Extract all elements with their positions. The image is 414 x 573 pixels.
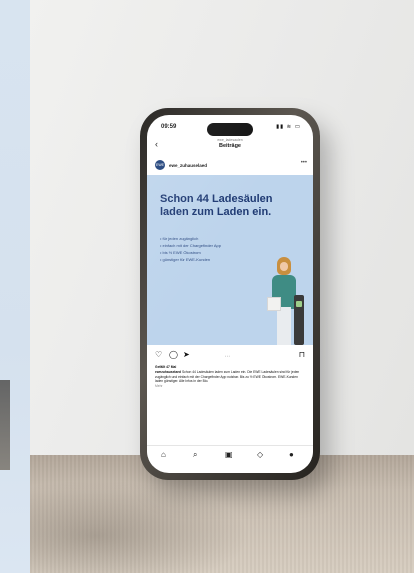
phone-screen: 09:59 ▮▮ ≋ ▭ ‹ ewe_ladesaulen Beiträge E… (147, 115, 313, 473)
post-image[interactable]: Schon 44 Ladesäulen laden zum Laden ein.… (147, 175, 313, 345)
feature-item: • einfach mit der Chargefinder App (160, 243, 221, 248)
home-icon[interactable]: ⌂ (161, 450, 166, 460)
smartphone-frame: 09:59 ▮▮ ≋ ▭ ‹ ewe_ladesaulen Beiträge E… (140, 108, 320, 480)
charging-station-icon (294, 295, 304, 345)
feature-item: • günstiger für EWE-Kunden (160, 257, 211, 262)
floor-shadow (30, 480, 250, 573)
post-caption: Gefällt 47 Mal ewezuhauselaed Schon 44 L… (155, 365, 305, 389)
avatar[interactable]: EWE (155, 160, 165, 170)
post-actions: ♡ ◯ ➤ • • • ⊓ (147, 350, 313, 362)
feature-list: • für jeden zugänglich • einfach mit der… (160, 235, 270, 263)
shopping-bag-icon (267, 297, 281, 311)
pants-shape (277, 307, 291, 345)
shop-icon[interactable]: ◇ (257, 450, 263, 460)
status-time: 09:59 (161, 124, 177, 130)
product-photo-scene: 09:59 ▮▮ ≋ ▭ ‹ ewe_ladesaulen Beiträge E… (0, 0, 414, 573)
search-icon[interactable]: ⌕ (193, 450, 197, 460)
more-options-icon[interactable]: ••• (301, 160, 307, 166)
comment-icon[interactable]: ◯ (169, 350, 178, 360)
more-link[interactable]: Mehr (155, 384, 305, 389)
feature-item: • bis ½ EWE Ökostrom (160, 250, 201, 255)
post-username[interactable]: ewe_zuhauselaed (169, 163, 207, 168)
nav-title: Beiträge (218, 143, 241, 149)
caption-username[interactable]: ewezuhauselaed (155, 370, 181, 374)
nav-username: ewe_ladesaulen (217, 138, 243, 142)
post-header: EWE ewe_zuhauselaed ••• (147, 157, 313, 173)
bottom-tab-bar: ⌂ ⌕ ▣ ◇ ● (147, 445, 313, 466)
bookmark-icon[interactable]: ⊓ (299, 350, 305, 360)
carousel-dots: • • • (225, 354, 230, 358)
instagram-nav-bar: ‹ ewe_ladesaulen Beiträge (147, 137, 313, 153)
dynamic-island (207, 123, 253, 136)
left-background-strip (0, 0, 30, 573)
heart-icon[interactable]: ♡ (155, 350, 162, 360)
profile-icon[interactable]: ● (289, 450, 294, 460)
share-icon[interactable]: ➤ (183, 350, 190, 360)
face-shape (280, 262, 288, 271)
feature-item: • für jeden zugänglich (160, 236, 199, 241)
post-headline: Schon 44 Ladesäulen laden zum Laden ein. (160, 193, 273, 218)
status-icons: ▮▮ ≋ ▭ (276, 124, 301, 130)
reels-icon[interactable]: ▣ (225, 450, 233, 460)
